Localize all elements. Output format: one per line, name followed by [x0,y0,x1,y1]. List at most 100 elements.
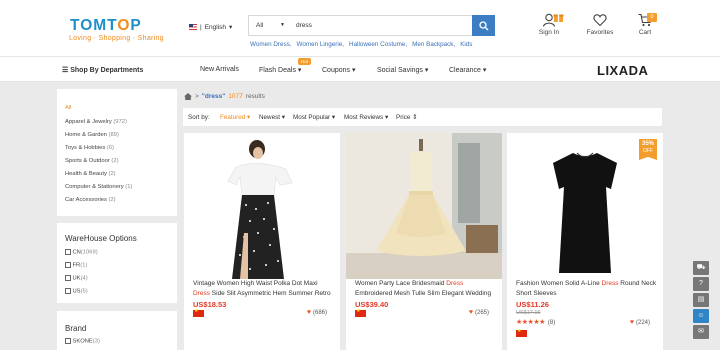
category-item[interactable]: Computer & Stationery (1) [65,184,132,190]
floating-toolbar: ⛟ ? ▤ ☺ ✉ [693,261,709,341]
nav-social-savings[interactable]: Social Savings ▾ [377,66,428,74]
sign-in-button[interactable]: Sign In [536,13,564,36]
star-rating: ★★★★★ (8) [516,318,555,326]
home-icon[interactable] [184,93,192,100]
checkbox[interactable] [65,275,71,281]
hot-keyword[interactable]: Women Lingerie, [297,41,345,48]
product-title[interactable]: Vintage Women High Waist Polka Dot Maxi … [193,279,336,298]
product-image[interactable] [346,133,502,279]
product-card[interactable]: Vintage Women High Waist Polka Dot Maxi … [184,133,340,350]
nav-flash-deals[interactable]: Flash Deals ▾ [259,66,301,74]
favorites-label: Favorites [586,29,614,36]
warehouse-filter: WareHouse Options CN(1069) FR(1) UK(4) U… [57,223,177,303]
brand-option[interactable]: SKONE(3) [65,338,100,345]
site-header: TOMTOP Loving · Shopping · Sharing | Eng… [0,0,720,56]
shop-by-departments[interactable]: ☰ Shop By Departments [62,66,143,74]
heart-icon: ♥ [468,309,473,316]
sort-label: Sort by: [188,114,210,121]
star-icons: ★★★★★ [516,319,545,326]
search-input[interactable]: dress [296,22,312,29]
help-icon[interactable]: ? [693,277,709,291]
warehouse-option[interactable]: UK(4) [65,275,88,282]
category-item[interactable]: All [65,105,71,111]
hot-keyword[interactable]: Men Backpack, [412,41,455,48]
checkbox[interactable] [65,288,71,294]
cart-label: Cart [638,29,652,36]
chevron-down-icon: ▾ [229,24,233,31]
rating-count: (8) [547,320,556,326]
category-item[interactable]: Health & Beauty (2) [65,171,116,177]
like-button[interactable]: ♥ (224) [630,319,650,326]
search-icon [478,20,488,30]
nav-clearance[interactable]: Clearance ▾ [449,66,486,74]
like-button[interactable]: ♥ (686) [307,309,327,316]
sign-in-label: Sign In [538,29,560,36]
sort-newest[interactable]: Newest ▾ [259,114,285,121]
product-price: US$11.26 [516,300,549,309]
nav-coupons[interactable]: Coupons ▾ [322,66,356,74]
category-caret-icon[interactable]: ▼ [280,22,285,28]
original-price: US$17.15 [516,310,541,316]
category-item[interactable]: Home & Garden (89) [65,132,119,138]
heart-icon: ♥ [306,309,311,316]
product-card[interactable]: Women Party Lace Bridesmaid Dress Embroi… [346,133,502,350]
category-item[interactable]: Apparel & Jewelry (972) [65,119,127,125]
checkbox[interactable] [65,262,71,268]
us-flag-icon [189,24,197,30]
category-item[interactable]: Car Accessories (2) [65,197,116,203]
product-card[interactable]: 35% OFF Fashion Women Solid A-Line Dress … [507,133,663,350]
heart-icon: ♥ [629,319,634,326]
hot-keyword[interactable]: Kids [460,41,472,48]
checkbox[interactable] [65,249,71,255]
language-label: English [204,23,227,31]
cn-flag-icon [516,328,527,337]
product-image[interactable] [184,133,340,279]
breadcrumb: > "dress" 1077 results [184,93,265,100]
search-button[interactable] [472,15,495,36]
language-selector[interactable]: | English ▾ [189,23,232,31]
category-filter: All Apparel & Jewelry (972) Home & Garde… [57,89,177,216]
search-box: All ▼ dress [248,15,495,36]
hot-keyword[interactable]: Women Dress, [250,41,292,48]
results-count: 1077 [228,93,243,100]
sort-featured[interactable]: Featured ▾ [220,114,250,121]
results-suffix: results [245,93,265,100]
menu-icon: ☰ [62,67,69,74]
sort-price[interactable]: Price ⇕ [396,114,417,121]
hot-keywords: Women Dress, Women Lingerie, Halloween C… [250,41,472,48]
gift-icon [553,14,564,22]
favorites-button[interactable]: Favorites [586,13,614,36]
category-item[interactable]: Sports & Outdoor (2) [65,158,119,164]
chat-icon[interactable]: ✉ [693,325,709,339]
sort-most-reviews[interactable]: Most Reviews ▾ [344,114,388,121]
document-icon[interactable]: ▤ [693,293,709,307]
brand-title: Brand [65,324,87,333]
results-query: "dress" [201,93,226,100]
checkbox[interactable] [65,338,71,344]
sort-bar: Sort by: Featured ▾ Newest ▾ Most Popula… [183,108,662,126]
cn-flag-icon [193,308,204,317]
product-title[interactable]: Women Party Lace Bridesmaid Dress Embroi… [355,279,498,298]
hot-badge: Hot [298,58,312,65]
warehouse-option[interactable]: US(5) [65,288,88,295]
tomtop-logo[interactable]: TOMTOP [70,17,142,35]
main-nav: ☰ Shop By Departments New Arrivals Flash… [0,56,720,82]
warehouse-option[interactable]: CN(1069) [65,249,98,256]
like-button[interactable]: ♥ (265) [469,309,489,316]
nav-new-arrivals[interactable]: New Arrivals [200,66,239,73]
category-item[interactable]: Toys & Hobbies (6) [65,145,114,151]
search-category[interactable]: All [256,22,263,29]
cart-count-badge: 0 [647,13,657,22]
product-title[interactable]: Fashion Women Solid A-Line Dress Round N… [516,279,659,298]
sort-most-popular[interactable]: Most Popular ▾ [293,114,335,121]
warehouse-title: WareHouse Options [65,234,137,243]
warehouse-option[interactable]: FR(1) [65,262,87,269]
tagline: Loving · Shopping · Sharing [69,35,164,42]
user-service-icon[interactable]: ☺ [693,309,709,323]
cn-flag-icon [355,308,366,317]
breadcrumb-separator: > [195,93,199,100]
hot-keyword[interactable]: Halloween Costume, [349,41,407,48]
car-icon[interactable]: ⛟ [693,261,709,275]
lixada-brand-logo[interactable]: LIXADA [597,63,648,78]
brand-filter: Brand SKONE(3) [57,311,177,350]
